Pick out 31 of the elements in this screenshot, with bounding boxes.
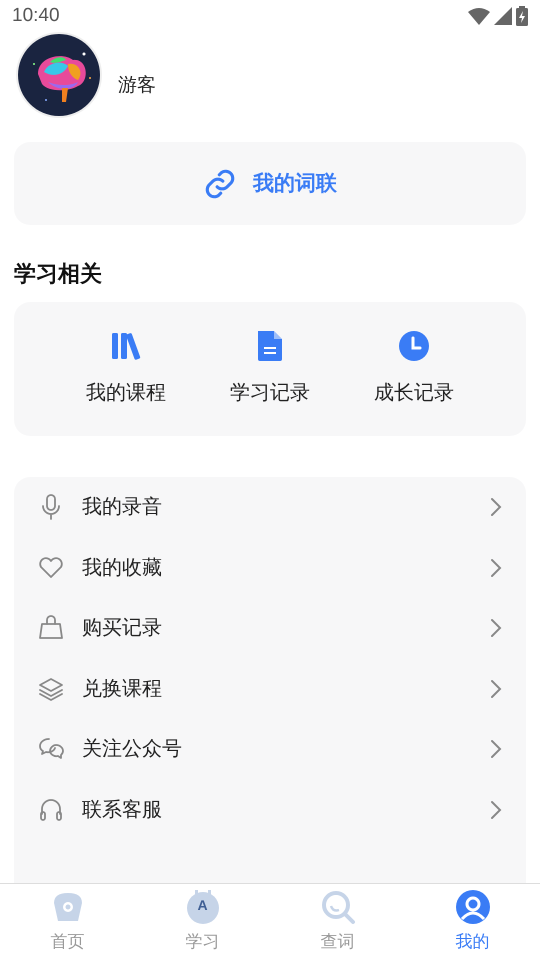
tab[interactable]: A 学习 [152, 889, 252, 955]
wifi-icon [468, 7, 490, 25]
study-item[interactable]: 我的课程 [54, 330, 198, 408]
clock-icon [398, 330, 430, 362]
user-name: 游客 [118, 74, 156, 98]
study-item[interactable]: 学习记录 [198, 330, 342, 408]
menu-item[interactable]: 我的录音 [14, 477, 526, 538]
link-icon [203, 166, 237, 200]
study-item[interactable]: 成长记录 [342, 330, 486, 408]
word-link-button[interactable]: 我的词联 [14, 142, 526, 225]
chevron-right-icon [490, 739, 502, 760]
menu-item[interactable]: 关注公众号 [14, 719, 526, 780]
user-icon [454, 889, 490, 926]
books-icon [110, 330, 142, 362]
chevron-right-icon [490, 800, 502, 820]
menu-item[interactable]: 兑换课程 [14, 658, 526, 719]
status-time: 10:40 [12, 4, 60, 28]
study-icon [184, 889, 220, 926]
chevron-right-icon [490, 678, 502, 699]
chevron-right-icon [490, 497, 502, 518]
tab[interactable]: 我的 [422, 889, 522, 955]
chevron-right-icon [490, 618, 502, 638]
chevron-right-icon [490, 558, 502, 578]
signal-icon [494, 7, 512, 25]
section-title: 学习相关 [14, 260, 103, 288]
menu-item[interactable]: 购买记录 [14, 598, 526, 658]
menu-item[interactable]: 联系客服 [14, 780, 526, 840]
search-icon [320, 889, 356, 926]
battery-icon [516, 6, 528, 26]
menu-item[interactable]: 我的收藏 [14, 538, 526, 598]
icon-letter: A [196, 898, 209, 912]
